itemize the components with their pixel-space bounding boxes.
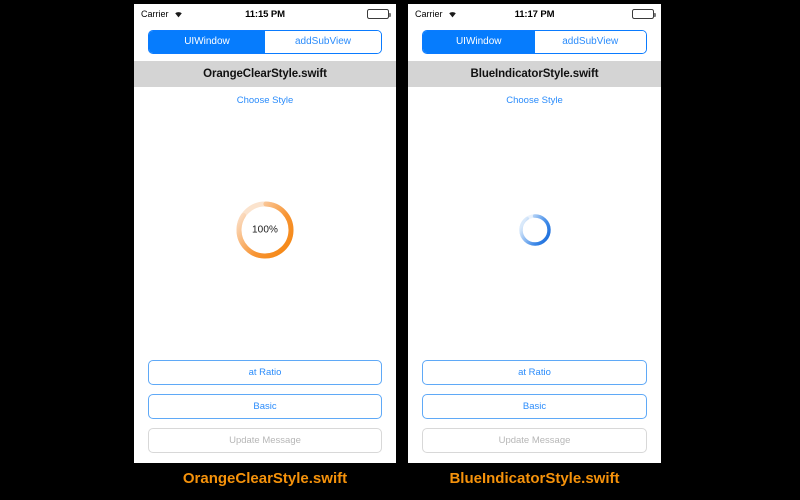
status-bar-right — [554, 9, 656, 19]
segmented-control-wrapper: UIWindow addSubView — [408, 24, 661, 61]
progress-indicator-blue — [475, 170, 595, 290]
status-bar: Carrier 11:15 PM — [134, 4, 396, 24]
battery-full-icon — [632, 9, 656, 19]
page-title: BlueIndicatorStyle.swift — [408, 61, 661, 87]
segmented-control[interactable]: UIWindow addSubView — [148, 30, 382, 54]
segment-uiwindow[interactable]: UIWindow — [423, 31, 535, 53]
status-bar-left: Carrier — [415, 9, 515, 20]
status-bar-time: 11:15 PM — [245, 8, 285, 20]
update-message-button: Update Message — [148, 428, 382, 453]
status-bar: Carrier 11:17 PM — [408, 4, 661, 24]
at-ratio-button[interactable]: at Ratio — [422, 360, 647, 385]
carrier-label: Carrier — [415, 9, 443, 19]
screenshot-stage: Carrier 11:15 PM UIWindow addSubView Ora — [0, 0, 800, 500]
carrier-label: Carrier — [141, 9, 169, 19]
segmented-control-wrapper: UIWindow addSubView — [134, 24, 396, 61]
battery-full-icon — [367, 9, 391, 19]
at-ratio-button[interactable]: at Ratio — [148, 360, 382, 385]
segment-addsubview[interactable]: addSubView — [265, 31, 381, 53]
basic-button[interactable]: Basic — [422, 394, 647, 419]
status-bar-right — [285, 9, 391, 19]
update-message-button: Update Message — [422, 428, 647, 453]
progress-percent-label: 100% — [252, 224, 278, 236]
segment-addsubview[interactable]: addSubView — [534, 31, 646, 53]
page-title: OrangeClearStyle.swift — [134, 61, 396, 87]
status-bar-time: 11:17 PM — [514, 8, 555, 20]
indicator-area — [408, 106, 661, 360]
indicator-area: 100% — [134, 106, 396, 360]
status-bar-left: Carrier — [141, 9, 245, 20]
segmented-control[interactable]: UIWindow addSubView — [422, 30, 647, 54]
choose-style-link[interactable]: Choose Style — [134, 87, 396, 106]
progress-indicator-orange: 100% — [205, 170, 325, 290]
basic-button[interactable]: Basic — [148, 394, 382, 419]
segment-uiwindow[interactable]: UIWindow — [149, 31, 265, 53]
wifi-icon — [173, 9, 184, 20]
phone-mockup-blue: Carrier 11:17 PM UIWindow addSubView Blu — [408, 4, 661, 463]
caption-orange-clear-style: OrangeClearStyle.swift — [182, 470, 348, 487]
wifi-icon — [447, 9, 458, 20]
phone-mockup-orange: Carrier 11:15 PM UIWindow addSubView Ora — [134, 4, 396, 463]
caption-blue-indicator-style: BlueIndicatorStyle.swift — [449, 470, 620, 487]
choose-style-link[interactable]: Choose Style — [408, 87, 661, 106]
spinner-ring-svg — [518, 214, 551, 246]
action-buttons-group: at Ratio Basic Update Message — [408, 360, 661, 463]
action-buttons-group: at Ratio Basic Update Message — [134, 360, 396, 463]
